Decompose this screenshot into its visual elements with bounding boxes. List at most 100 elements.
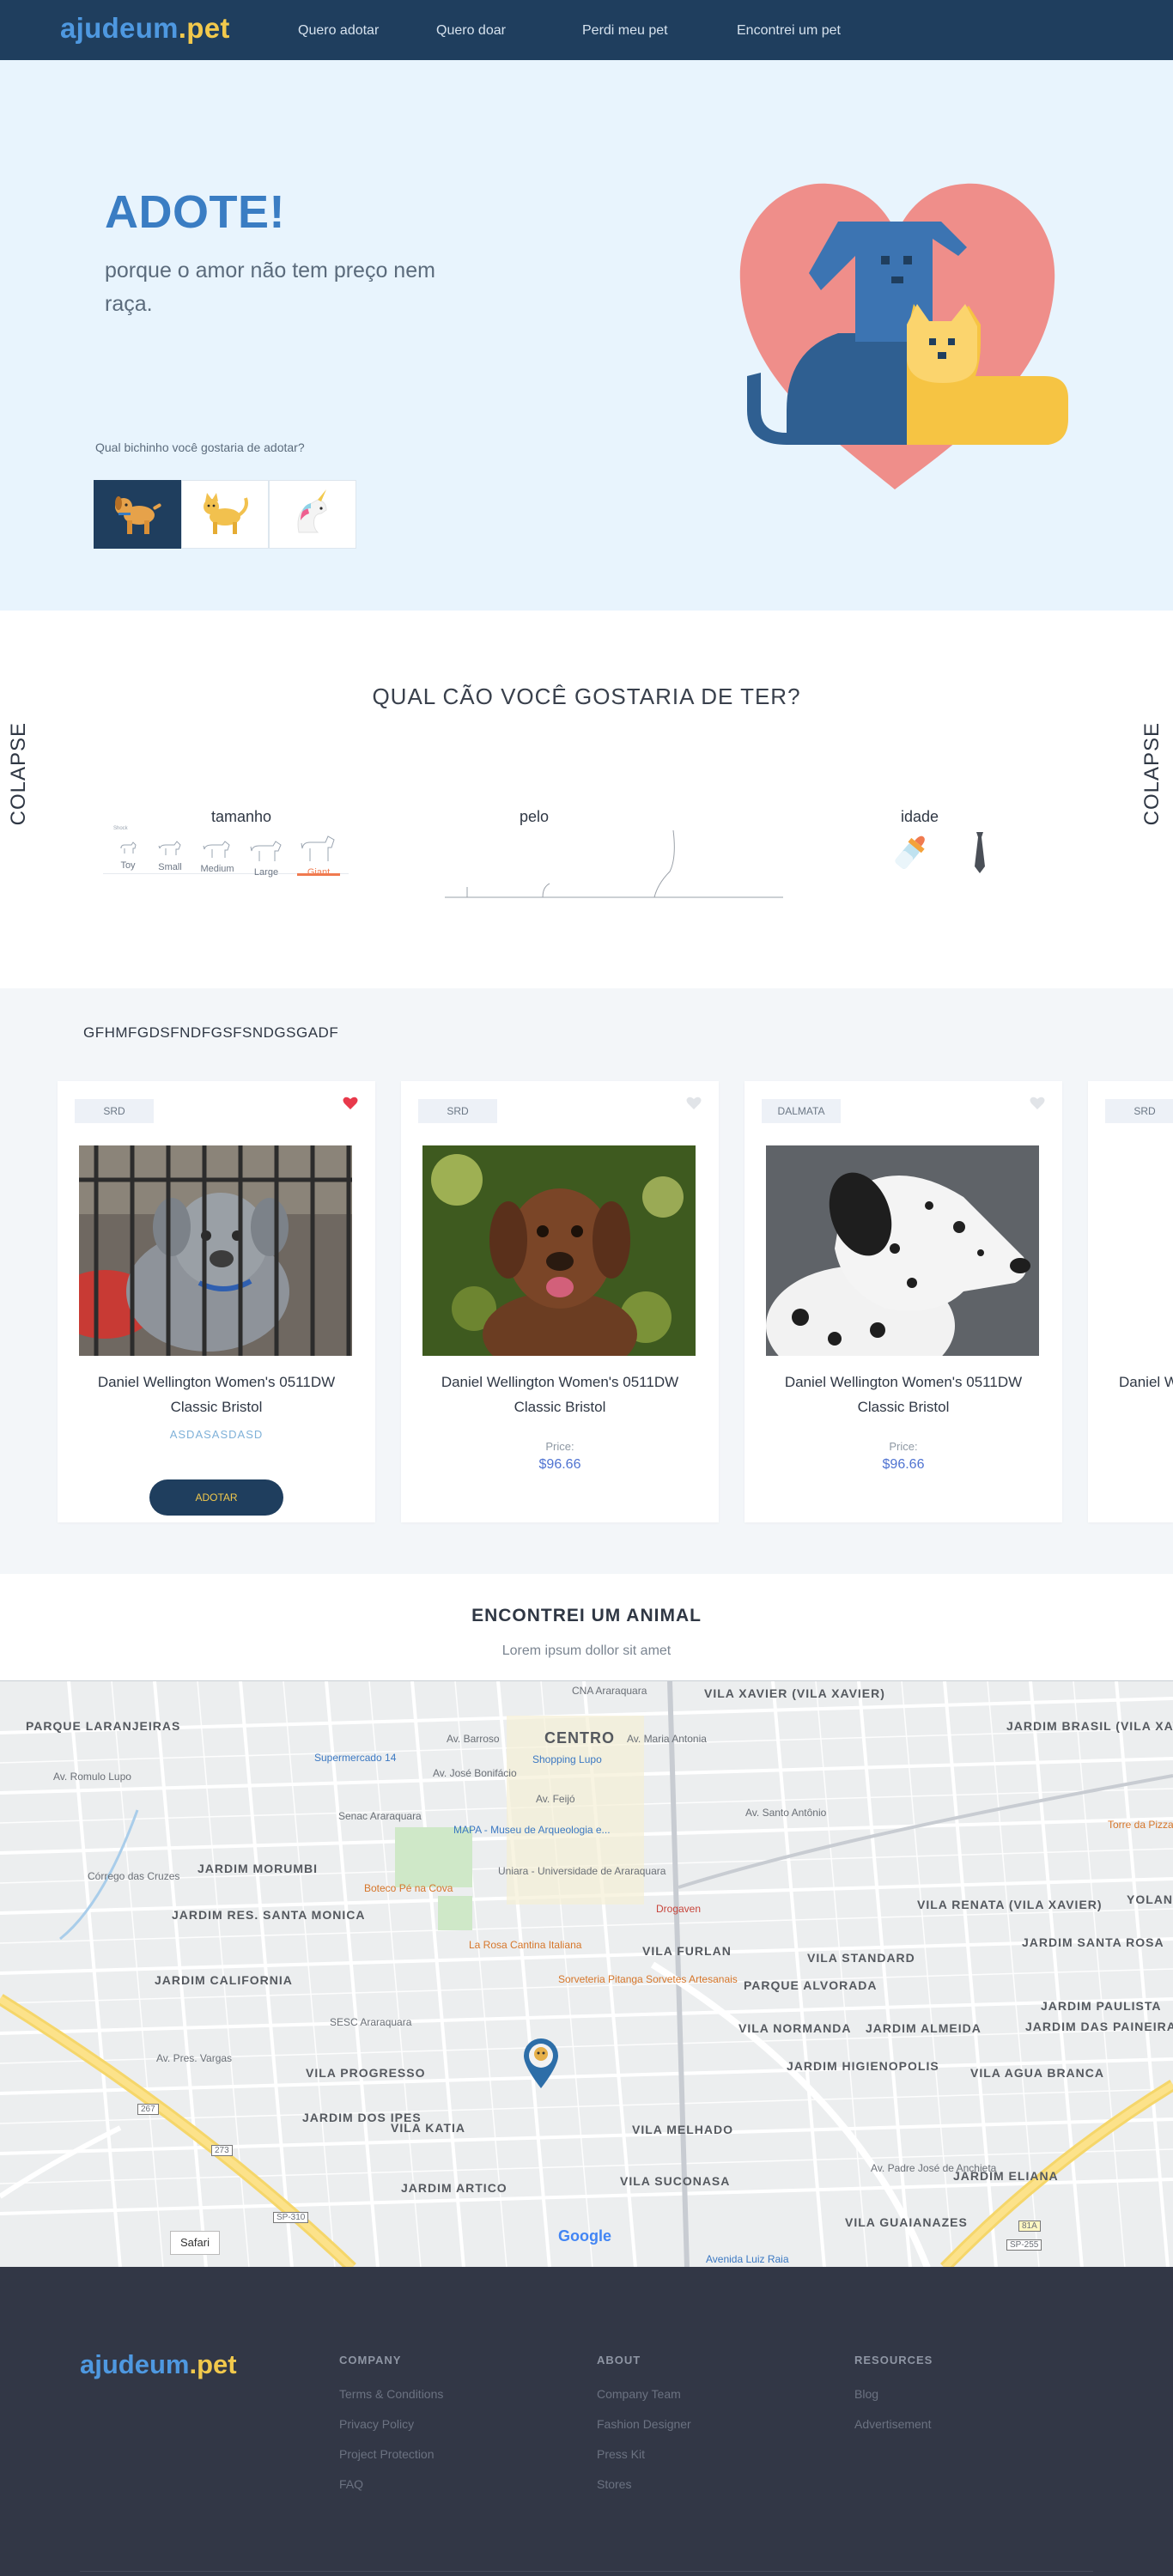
collapse-left-toggle[interactable]: COLAPSE — [7, 722, 31, 825]
footer-link-blog[interactable]: Blog — [854, 2387, 933, 2401]
map-pin-icon[interactable] — [520, 2035, 562, 2090]
road-badge: 267 — [137, 2104, 159, 2115]
street-label: Avenida Luiz Raia — [706, 2253, 789, 2265]
map-poi[interactable]: Uniara - Universidade de Araraquara — [498, 1865, 666, 1877]
pet-breed-text: ASDASASDASD — [169, 1428, 264, 1441]
map-poi[interactable]: Senac Araraquara — [338, 1810, 422, 1822]
nav-links: Quero adotar Quero doar Perdi meu pet En… — [298, 23, 841, 39]
google-logo: Google — [558, 2227, 611, 2245]
toy-dog-icon — [120, 841, 137, 854]
map-poi[interactable]: MAPA - Museu de Arqueologia e... — [453, 1824, 611, 1836]
footer-divider — [80, 2571, 1093, 2572]
nav-link-encontrei-um-pet[interactable]: Encontrei um pet — [737, 23, 841, 39]
size-option-large-label: Large — [253, 867, 279, 878]
pet-type-unicorn[interactable] — [269, 480, 356, 549]
map-poi[interactable]: Drogaven — [656, 1903, 701, 1915]
favorite-heart-icon[interactable] — [343, 1097, 358, 1110]
nav-link-quero-adotar[interactable]: Quero adotar — [298, 23, 436, 39]
map-label: JARDIM ARTICO — [401, 2181, 507, 2195]
location-map[interactable]: PARQUE LARANJEIRAS CENTRO JARDIM MORUMBI… — [0, 1680, 1173, 2267]
footer-link-faq[interactable]: FAQ — [339, 2477, 443, 2491]
footer-link-terms[interactable]: Terms & Conditions — [339, 2387, 443, 2401]
hero-title: ADOTE! — [105, 186, 285, 238]
pet-card[interactable]: SRD Daniel Wellington Women's 0511DW Cla… — [401, 1081, 719, 1522]
pet-card-partial[interactable]: SRD Daniel W — [1088, 1081, 1173, 1522]
footer-column-about: ABOUT Company Team Fashion Designer Pres… — [597, 2354, 691, 2507]
footer-link-project-protection[interactable]: Project Protection — [339, 2447, 443, 2461]
road-badge: SP-255 — [1006, 2239, 1042, 2251]
price-value: $96.66 — [882, 1457, 925, 1472]
age-filter — [886, 829, 989, 880]
size-option-medium[interactable]: Medium — [196, 840, 239, 874]
map-label: VILA XAVIER (VILA XAVIER) — [704, 1686, 885, 1700]
size-option-giant[interactable]: Giant — [297, 835, 340, 878]
size-filter: Shock Toy Small Medium Large Giant — [103, 826, 349, 878]
footer-link-advertisement[interactable]: Advertisement — [854, 2417, 933, 2431]
map-poi[interactable]: Supermercado 14 — [314, 1752, 396, 1764]
map-poi[interactable]: Shopping Lupo — [532, 1753, 602, 1765]
nav-link-perdi-meu-pet[interactable]: Perdi meu pet — [582, 23, 737, 39]
pet-photo — [79, 1145, 352, 1356]
baby-bottle-icon[interactable] — [886, 829, 934, 877]
map-label: JARDIM DAS PAINEIRAS — [1025, 2020, 1173, 2033]
street-label: Av. Padre José de Anchieta — [871, 2162, 997, 2174]
size-option-small[interactable]: Small — [153, 840, 187, 872]
favorite-heart-icon[interactable] — [686, 1097, 702, 1110]
map-poi[interactable]: La Rosa Cantina Italiana — [469, 1939, 581, 1951]
hero-illustration — [726, 161, 1070, 505]
footer-link-fashion-designer[interactable]: Fashion Designer — [597, 2417, 691, 2431]
map-label: VILA KATIA — [391, 2121, 465, 2135]
pet-name: Daniel Wellington Women's 0511DW Classic… — [441, 1374, 679, 1415]
map-poi[interactable]: CNA Araraquara — [572, 1685, 647, 1697]
favorite-heart-icon[interactable] — [1030, 1097, 1045, 1110]
puppy-in-cage-image — [79, 1145, 352, 1356]
size-filter-label: tamanho — [211, 808, 272, 825]
footer-link-press-kit[interactable]: Press Kit — [597, 2447, 691, 2461]
pet-type-question: Qual bichinho você gostaria de adotar? — [95, 440, 305, 454]
map-poi[interactable]: Boteco Pé na Cova — [364, 1882, 453, 1894]
road-badge: 273 — [211, 2145, 233, 2156]
pet-type-dog[interactable] — [94, 480, 181, 549]
dog-filter-section: QUAL CÃO VOCÊ GOSTARIA DE TER? COLAPSE C… — [0, 611, 1173, 988]
collapse-right-toggle[interactable]: COLAPSE — [1140, 722, 1164, 825]
pet-breed-tag: SRD — [75, 1099, 154, 1123]
footer-link-privacy[interactable]: Privacy Policy — [339, 2417, 443, 2431]
dog-icon — [115, 496, 161, 534]
size-option-small-label: Small — [158, 862, 182, 872]
pet-breed-tag: SRD — [1105, 1099, 1173, 1123]
pet-type-cat[interactable] — [181, 480, 269, 549]
price-label: Price: — [889, 1440, 918, 1453]
pet-card[interactable]: SRD Daniel Wellington Women's 0511DW Cla… — [58, 1081, 375, 1522]
top-navbar: ajudeum.pet Quero adotar Quero doar Perd… — [0, 0, 1173, 60]
site-logo[interactable]: ajudeum.pet — [60, 12, 230, 45]
street-label: Av. Pres. Vargas — [156, 2052, 233, 2064]
medium-dog-icon — [203, 841, 230, 858]
size-option-toy[interactable]: Toy — [115, 840, 141, 871]
footer-link-company-team[interactable]: Company Team — [597, 2387, 691, 2401]
map-label: VILA SUCONASA — [620, 2174, 731, 2188]
map-label: VILA STANDARD — [807, 1951, 915, 1965]
giant-dog-icon — [301, 835, 335, 861]
fur-length-selector[interactable] — [445, 823, 783, 901]
unicorn-icon — [297, 489, 327, 533]
map-poi[interactable]: Sorveteria Pitanga Sorvetes Artesanais — [558, 1973, 738, 1985]
size-option-large[interactable]: Large — [247, 840, 285, 878]
size-option-giant-label: Giant — [307, 867, 331, 878]
footer-link-stores[interactable]: Stores — [597, 2477, 691, 2491]
brown-puppy-image — [422, 1145, 696, 1356]
map-poi[interactable]: Torre da Pizza — [1108, 1819, 1173, 1831]
pet-breed-tag: DALMATA — [762, 1099, 841, 1123]
map-label: CENTRO — [544, 1729, 615, 1747]
map-label: VILA MELHADO — [632, 2123, 734, 2136]
footer-column-resources: RESOURCES Blog Advertisement — [854, 2354, 933, 2447]
map-poi[interactable]: SESC Araraquara — [330, 2016, 411, 2028]
map-label: JARDIM ALMEIDA — [866, 2021, 982, 2035]
adopt-button[interactable]: ADOTAR — [149, 1479, 283, 1516]
footer-logo[interactable]: ajudeum.pet — [80, 2349, 237, 2380]
pet-card[interactable]: DALMATA Daniel Wellington Women's 0511DW… — [745, 1081, 1062, 1522]
size-option-toy-label: Toy — [120, 860, 136, 871]
nav-link-quero-doar[interactable]: Quero doar — [436, 23, 582, 39]
tie-icon[interactable] — [970, 832, 989, 875]
map-label: VILA GUAIANAZES — [845, 2215, 968, 2229]
map-label: VILA NORMANDA — [738, 2021, 852, 2035]
